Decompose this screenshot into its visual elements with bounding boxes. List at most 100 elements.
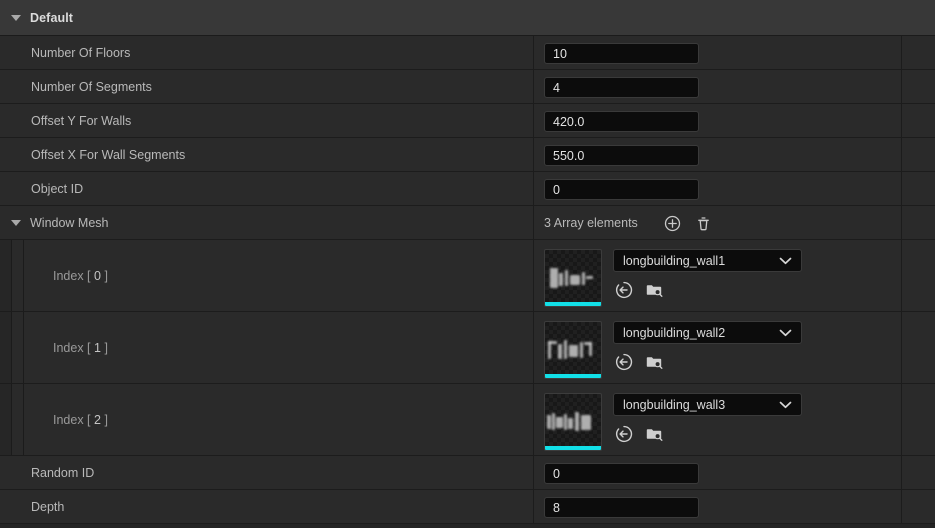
number-input[interactable]: 0: [544, 179, 699, 200]
property-name-cell: Number Of Floors: [0, 36, 533, 69]
asset-picker-controls: longbuilding_wall1: [613, 249, 802, 299]
category-header-default[interactable]: Default: [0, 0, 935, 36]
number-input-value: 0: [553, 466, 560, 481]
triangle-down-icon[interactable]: [11, 219, 21, 226]
number-input[interactable]: 420.0: [544, 111, 699, 132]
index-number: 2: [94, 412, 101, 427]
property-row: Number Of Floors 10: [0, 36, 935, 70]
chevron-down-icon[interactable]: [779, 326, 792, 340]
number-input[interactable]: 10: [544, 43, 699, 64]
property-extra-cell: [901, 240, 935, 311]
array-element-row: Index [ 0 ] longbuilding_wall1: [0, 240, 935, 312]
folder-search-icon[interactable]: [646, 353, 664, 371]
asset-thumbnail[interactable]: [544, 393, 602, 451]
property-row: Object ID 0: [0, 172, 935, 206]
number-input-value: 8: [553, 500, 560, 515]
asset-picker: longbuilding_wall3: [534, 384, 802, 451]
number-input-value: 10: [553, 46, 567, 61]
property-extra-cell: [901, 172, 935, 205]
number-input[interactable]: 4: [544, 77, 699, 98]
property-extra-cell: [901, 138, 935, 171]
indent-guide: [23, 240, 24, 311]
property-name-cell: Random ID: [0, 456, 533, 489]
property-extra-cell: [901, 70, 935, 103]
index-prefix: Index [: [53, 340, 91, 355]
asset-picker-controls: longbuilding_wall2: [613, 321, 802, 371]
asset-combo-box[interactable]: longbuilding_wall1: [613, 249, 802, 272]
asset-action-icons: [615, 353, 802, 371]
property-value-cell: 550.0: [533, 138, 901, 171]
chevron-down-icon[interactable]: [779, 254, 792, 268]
property-name-cell: Offset Y For Walls: [0, 104, 533, 137]
asset-action-icons: [615, 425, 802, 443]
property-name-cell: Object ID: [0, 172, 533, 205]
mesh-preview: [545, 410, 601, 436]
arrow-left-circle-icon[interactable]: [615, 353, 633, 371]
indent-strip: [0, 240, 11, 311]
number-input[interactable]: 0: [544, 463, 699, 484]
asset-picker: longbuilding_wall1: [534, 240, 802, 307]
folder-search-icon[interactable]: [646, 425, 664, 443]
property-label: Depth: [31, 499, 65, 514]
array-index-label: Index [ 2 ]: [53, 413, 108, 427]
indent-guide: [11, 240, 12, 311]
property-name-cell: Index [ 0 ]: [0, 240, 533, 311]
indent-guide: [11, 312, 12, 383]
number-input[interactable]: 550.0: [544, 145, 699, 166]
asset-name: longbuilding_wall3: [623, 397, 726, 412]
asset-name: longbuilding_wall2: [623, 325, 726, 340]
property-label: Offset X For Wall Segments: [31, 147, 186, 162]
property-row: Number Of Segments 4: [0, 70, 935, 104]
asset-combo-box[interactable]: longbuilding_wall2: [613, 321, 802, 344]
property-label: Object ID: [31, 181, 84, 196]
asset-picker-cell: longbuilding_wall3: [533, 384, 901, 455]
property-value-cell: 0: [533, 172, 901, 205]
property-value-cell: 4: [533, 70, 901, 103]
property-label: Number Of Segments: [31, 79, 152, 94]
thumbnail-accent-bar: [545, 374, 601, 378]
index-suffix: ]: [104, 412, 108, 427]
asset-combo-box[interactable]: longbuilding_wall3: [613, 393, 802, 416]
chevron-down-icon[interactable]: [779, 398, 792, 412]
property-label: Random ID: [31, 465, 95, 480]
asset-picker-controls: longbuilding_wall3: [613, 393, 802, 443]
number-input[interactable]: 8: [544, 497, 699, 518]
array-element-row: Index [ 1 ] longbuilding_wall2: [0, 312, 935, 384]
property-row: Offset Y For Walls 420.0: [0, 104, 935, 138]
property-name-cell: Number Of Segments: [0, 70, 533, 103]
arrow-left-circle-icon[interactable]: [615, 281, 633, 299]
property-extra-cell: [901, 36, 935, 69]
property-value-cell: 8: [533, 490, 901, 523]
asset-picker-cell: longbuilding_wall1: [533, 240, 901, 311]
property-row: Random ID 0: [0, 456, 935, 490]
number-input-value: 0: [553, 182, 560, 197]
details-panel: Default Number Of Floors 10 Number Of Se…: [0, 0, 935, 528]
property-value-cell: 0: [533, 456, 901, 489]
property-value-cell: 420.0: [533, 104, 901, 137]
property-extra-cell: [901, 456, 935, 489]
index-prefix: Index [: [53, 268, 91, 283]
triangle-down-icon[interactable]: [11, 14, 21, 21]
arrow-left-circle-icon[interactable]: [615, 425, 633, 443]
folder-search-icon[interactable]: [646, 281, 664, 299]
asset-thumbnail[interactable]: [544, 321, 602, 379]
property-name-cell[interactable]: Window Mesh: [0, 206, 533, 239]
asset-name: longbuilding_wall1: [623, 253, 726, 268]
index-number: 1: [94, 340, 101, 355]
asset-picker: longbuilding_wall2: [534, 312, 802, 379]
asset-action-icons: [615, 281, 802, 299]
array-index-label: Index [ 1 ]: [53, 341, 108, 355]
add-element-button[interactable]: [664, 214, 682, 232]
property-name-cell: Index [ 1 ]: [0, 312, 533, 383]
index-prefix: Index [: [53, 412, 91, 427]
indent-guide: [23, 312, 24, 383]
mesh-preview: [545, 266, 601, 292]
number-input-value: 420.0: [553, 114, 585, 129]
thumbnail-accent-bar: [545, 302, 601, 306]
array-index-label: Index [ 0 ]: [53, 269, 108, 283]
mesh-preview: [545, 338, 601, 364]
trash-icon[interactable]: [695, 214, 713, 232]
asset-thumbnail[interactable]: [544, 249, 602, 307]
array-property-label: Window Mesh: [30, 215, 109, 230]
property-extra-cell: [901, 384, 935, 455]
